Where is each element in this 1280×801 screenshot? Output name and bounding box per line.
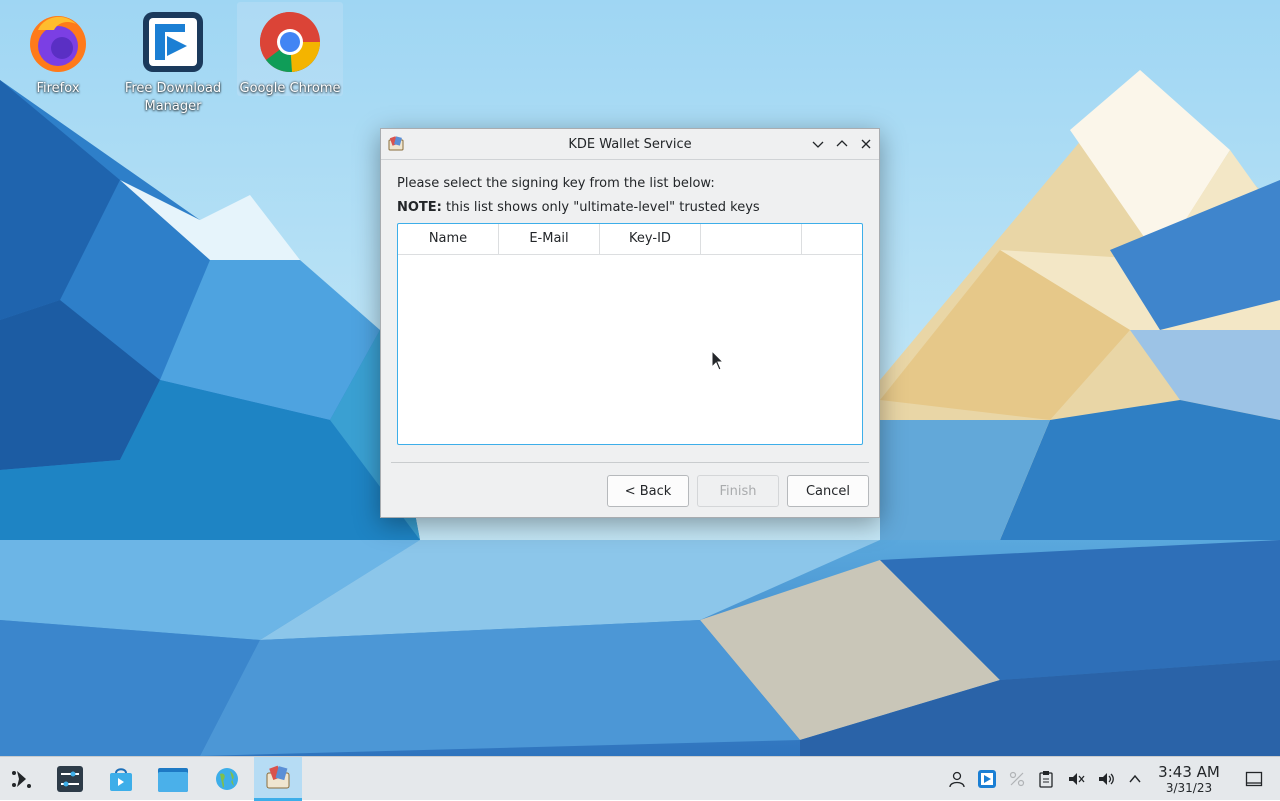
chevron-up-icon (836, 140, 848, 147)
google-chrome-icon (256, 8, 324, 76)
desktop-icon-label: Free Download Manager (124, 81, 222, 114)
note-text: NOTE: this list shows only "ultimate-lev… (397, 200, 760, 215)
discover-store-button[interactable] (99, 757, 143, 801)
show-desktop-icon[interactable] (1243, 768, 1265, 790)
system-settings-icon (57, 766, 83, 792)
free-download-manager-icon (139, 8, 207, 76)
column-header-email[interactable]: E-Mail (499, 224, 600, 254)
list-header: Name E-Mail Key-ID (398, 224, 862, 255)
kwallet-task-button[interactable] (254, 757, 302, 801)
note-label: NOTE: (397, 200, 442, 215)
column-header-name[interactable]: Name (398, 224, 499, 254)
minimize-button[interactable] (809, 135, 827, 153)
kwallet-icon (387, 135, 405, 153)
desktop-icon-label: Google Chrome (239, 81, 341, 96)
clock-date: 3/31/23 (1165, 781, 1213, 795)
network-globe-button[interactable] (205, 757, 249, 801)
window-titlebar[interactable]: KDE Wallet Service (381, 129, 879, 160)
clipboard-icon[interactable] (1035, 768, 1057, 790)
chevron-down-icon (812, 141, 824, 148)
desktop-icon-google-chrome[interactable]: Google Chrome (237, 2, 343, 96)
close-button[interactable] (857, 135, 875, 153)
network-disconnected-icon[interactable] (1006, 768, 1028, 790)
desktop-icon-label: Firefox (36, 81, 80, 96)
system-settings-button[interactable] (48, 757, 92, 801)
kwallet-icon (266, 765, 290, 788)
discover-store-icon (110, 768, 132, 791)
desktop-icon-free-download-manager[interactable]: Free Download Manager (120, 2, 226, 116)
instruction-text: Please select the signing key from the l… (397, 176, 715, 191)
maximize-button[interactable] (833, 135, 851, 153)
cancel-button[interactable]: Cancel (787, 475, 869, 507)
firefox-icon (24, 8, 92, 76)
application-launcher-button[interactable] (0, 757, 44, 801)
dialog-separator (391, 462, 869, 463)
finish-button[interactable]: Finish (697, 475, 779, 507)
window-title: KDE Wallet Service (568, 136, 692, 152)
free-download-manager-tray-icon[interactable] (976, 768, 998, 790)
expand-tray-icon[interactable] (1124, 768, 1146, 790)
column-header-empty[interactable] (701, 224, 802, 254)
clock-time: 3:43 AM (1158, 763, 1220, 781)
desktop-icon-firefox[interactable]: Firefox (5, 2, 111, 98)
back-button[interactable]: < Back (607, 475, 689, 507)
application-launcher-icon (12, 771, 31, 788)
mouse-cursor-icon (711, 350, 725, 371)
microphone-muted-icon[interactable] (1065, 768, 1087, 790)
volume-icon[interactable] (1095, 768, 1117, 790)
column-header-key-id[interactable]: Key-ID (600, 224, 701, 254)
note-body: this list shows only "ultimate-level" tr… (441, 200, 760, 215)
digital-clock[interactable]: 3:43 AM 3/31/23 (1150, 763, 1228, 795)
user-icon[interactable] (946, 768, 968, 790)
signing-key-list[interactable]: Name E-Mail Key-ID (397, 223, 863, 445)
close-icon (861, 139, 871, 149)
network-globe-icon (216, 768, 238, 790)
file-manager-icon (158, 768, 188, 792)
taskbar: 3:43 AM 3/31/23 (0, 756, 1280, 801)
kde-wallet-dialog: KDE Wallet Service Please select the sig… (380, 128, 880, 518)
file-manager-button[interactable] (151, 757, 195, 801)
